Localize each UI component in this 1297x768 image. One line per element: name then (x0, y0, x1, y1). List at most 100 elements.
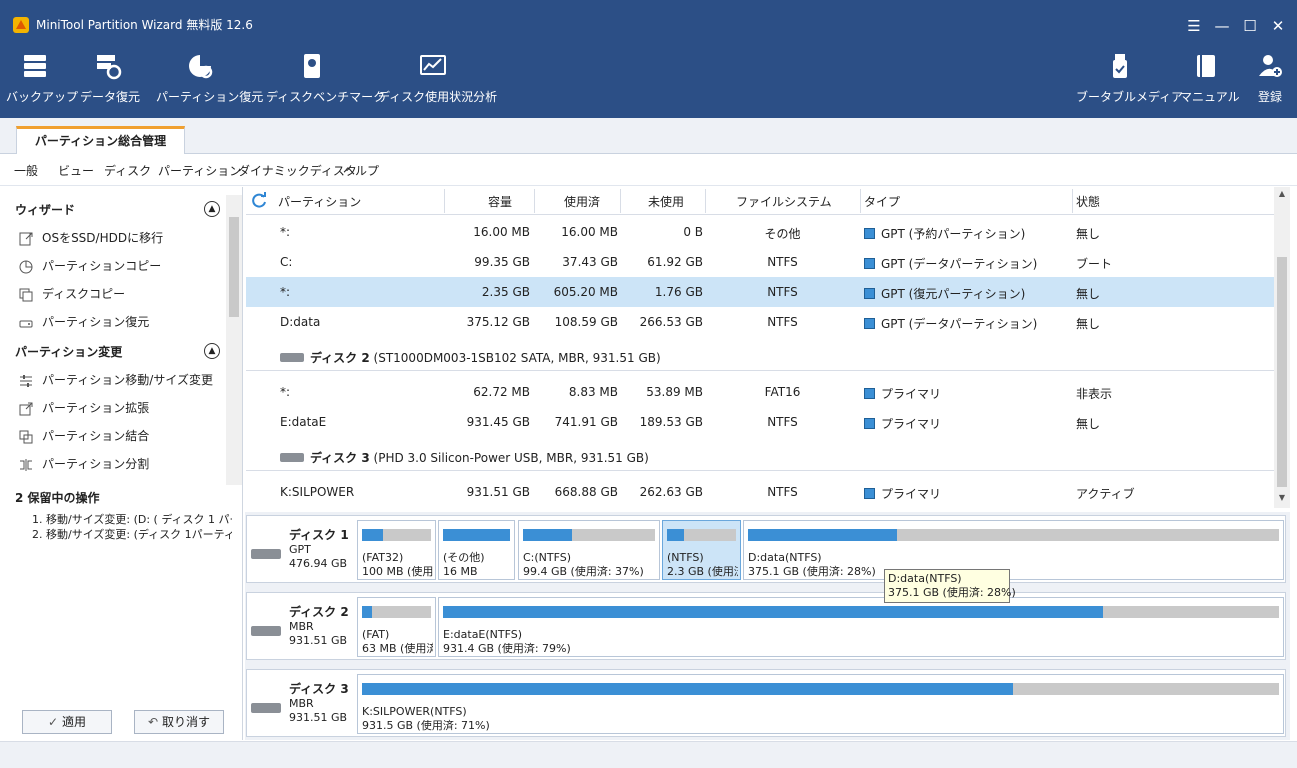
toolbar-manual-button[interactable]: マニュアル (1180, 52, 1240, 114)
menu-dynamic-disk[interactable]: ダイナミックディスク (238, 162, 357, 179)
partition-change-collapse-icon[interactable]: ▲ (204, 343, 220, 359)
table-row[interactable]: E:dataE 931.45 GB 741.91 GB 189.53 GB NT… (246, 407, 1274, 437)
table-row[interactable]: D:data 375.12 GB 108.59 GB 266.53 GB NTF… (246, 307, 1274, 337)
usage-bar (748, 529, 1279, 541)
undo-button[interactable]: ↶ 取り消す (134, 710, 224, 734)
col-unused[interactable]: 未使用 (648, 193, 684, 210)
action-merge-partition[interactable]: パーティション結合 (18, 427, 149, 447)
action-migrate-os[interactable]: OSをSSD/HDDに移行 (18, 229, 163, 249)
partition-label: K:SILPOWER(NTFS) 931.5 GB (使用済: 71%) (362, 705, 1281, 733)
usage-fill (748, 529, 897, 541)
cell-type: GPT (データパーティション) (864, 255, 1037, 272)
col-used[interactable]: 使用済 (564, 193, 600, 210)
disk-2-header-row[interactable]: ディスク 2 (ST1000DM003-1SB102 SATA, MBR, 93… (246, 341, 1274, 371)
cell-filesystem: NTFS (767, 255, 798, 269)
manual-icon (1197, 55, 1215, 77)
table-row[interactable]: *: 16.00 MB 16.00 MB 0 B その他 GPT (予約パーティ… (246, 217, 1274, 247)
partition-label: C:(NTFS) 99.4 GB (使用済: 37%) (523, 551, 657, 579)
usage-bar (362, 683, 1279, 695)
col-separator (860, 189, 861, 213)
toolbar-register-button[interactable]: 登録 (1250, 52, 1290, 114)
col-partition[interactable]: パーティション (278, 193, 361, 210)
menu-general[interactable]: 一般 (14, 162, 38, 179)
partition-label: (FAT) 63 MB (使用済 (362, 628, 433, 656)
partition-block[interactable]: K:SILPOWER(NTFS) 931.5 GB (使用済: 71%) (357, 674, 1284, 734)
partition-size: 931.5 GB (使用済: 71%) (362, 719, 490, 732)
hamburger-menu-icon[interactable]: ☰ (1180, 14, 1208, 38)
register-icon (1259, 55, 1282, 77)
disk-size: 931.51 GB (289, 634, 348, 647)
disk-2-info: ディスク 2 MBR 931.51 GB (289, 605, 349, 648)
menu-help[interactable]: ヘルプ (343, 162, 379, 179)
partition-fs: K:SILPOWER(NTFS) (362, 705, 467, 718)
toolbar-partition-recovery-button[interactable]: パーティション復元 (156, 52, 263, 114)
partition-block[interactable]: (FAT) 63 MB (使用済 (357, 597, 436, 657)
partition-block[interactable]: E:dataE(NTFS) 931.4 GB (使用済: 79%) (438, 597, 1284, 657)
action-panel-scroll-thumb[interactable] (229, 217, 239, 317)
close-button[interactable]: ✕ (1264, 14, 1292, 38)
col-status[interactable]: 状態 (1076, 193, 1100, 210)
usage-fill (443, 606, 1104, 618)
cell-capacity: 99.35 GB (474, 255, 530, 269)
disk-name: ディスク 3 (289, 682, 349, 696)
toolbar-data-recovery-button[interactable]: データ復元 (80, 52, 140, 114)
toolbar-backup-button[interactable]: バックアップ (6, 52, 78, 114)
menu-view[interactable]: ビュー (58, 162, 94, 179)
table-row[interactable]: *: 62.72 MB 8.83 MB 53.89 MB FAT16 プライマリ… (246, 377, 1274, 407)
partition-block-selected[interactable]: (NTFS) 2.3 GB (使用済 (662, 520, 741, 580)
partition-block[interactable]: D:data(NTFS) 375.1 GB (使用済: 28%) (743, 520, 1284, 580)
col-filesystem[interactable]: ファイルシステム (736, 193, 832, 210)
partition-fs: C:(NTFS) (523, 551, 572, 564)
scroll-up-arrow-icon[interactable]: ▲ (1274, 189, 1290, 203)
refresh-icon[interactable] (250, 192, 268, 210)
partition-size: 16 MB (443, 565, 478, 578)
disk-3-header-row[interactable]: ディスク 3 (PHD 3.0 Silicon-Power USB, MBR, … (246, 441, 1274, 471)
col-separator (620, 189, 621, 213)
col-type[interactable]: タイプ (864, 193, 900, 210)
partition-block[interactable]: C:(NTFS) 99.4 GB (使用済: 37%) (518, 520, 660, 580)
action-move-resize[interactable]: パーティション移動/サイズ変更 (18, 371, 213, 391)
cell-filesystem: NTFS (767, 285, 798, 299)
hard-disk-icon (251, 703, 281, 713)
cell-filesystem: その他 (764, 227, 801, 241)
wizard-collapse-icon[interactable]: ▲ (204, 201, 220, 217)
usage-bar (443, 606, 1279, 618)
scroll-down-arrow-icon[interactable]: ▼ (1274, 493, 1290, 507)
usage-fill (362, 606, 372, 618)
table-scroll-thumb[interactable] (1277, 257, 1287, 487)
disk-2-card[interactable]: ディスク 2 MBR 931.51 GB (FAT) 63 MB (使用済 E:d… (246, 592, 1286, 660)
action-extend-partition[interactable]: パーティション拡張 (18, 399, 149, 419)
cell-capacity: 62.72 MB (473, 385, 530, 399)
cell-capacity: 375.12 GB (466, 315, 530, 329)
apply-button[interactable]: ✓ 適用 (22, 710, 112, 734)
tab-partition-management[interactable]: パーティション総合管理 (16, 126, 185, 155)
minimize-button[interactable]: — (1208, 14, 1236, 38)
pending-operation-item[interactable]: 1. 移動/サイズ変更: (D: ( ディスク 1 パーティ (32, 511, 232, 527)
table-row-selected[interactable]: *: 2.35 GB 605.20 MB 1.76 GB NTFS GPT (復… (246, 277, 1274, 307)
action-partition-recovery[interactable]: パーティション復元 (18, 313, 149, 333)
disk-3-card[interactable]: ディスク 3 MBR 931.51 GB K:SILPOWER(NTFS) 931… (246, 669, 1286, 737)
toolbar-disk-benchmark-button[interactable]: ディスクベンチマーク (266, 52, 385, 114)
action-copy-partition[interactable]: パーティションコピー (18, 257, 161, 277)
pending-operation-item[interactable]: 2. 移動/サイズ変更: (ディスク 1パーティション (32, 526, 232, 542)
table-scrollbar[interactable]: ▲ ▼ (1274, 187, 1290, 508)
menu-partition[interactable]: パーティション (158, 162, 241, 179)
col-capacity[interactable]: 容量 (488, 193, 512, 210)
menu-disk[interactable]: ディスク (104, 162, 151, 179)
cell-filesystem: NTFS (767, 485, 798, 499)
disk-type: MBR (289, 620, 314, 633)
table-row[interactable]: C: 99.35 GB 37.43 GB 61.92 GB NTFS GPT (… (246, 247, 1274, 277)
maximize-button[interactable]: ☐ (1236, 14, 1264, 38)
table-row[interactable]: K:SILPOWER 931.51 GB 668.88 GB 262.63 GB… (246, 477, 1274, 507)
partition-type-icon (864, 388, 875, 399)
toolbar-bootable-media-button[interactable]: ブータブルメディア (1076, 52, 1183, 114)
partition-block[interactable]: (FAT32)100 MB (使用済 (357, 520, 436, 580)
action-copy-disk[interactable]: ディスクコピー (18, 285, 125, 305)
action-panel-scrollbar[interactable] (226, 195, 242, 485)
toolbar-space-analyzer-button[interactable]: ディスク使用状況分析 (378, 52, 497, 114)
cell-status: 非表示 (1076, 387, 1113, 401)
cell-unused: 266.53 GB (639, 315, 703, 329)
partition-block[interactable]: (その他) 16 MB (438, 520, 515, 580)
disk-1-card[interactable]: ディスク 1 GPT 476.94 GB (FAT32)100 MB (使用済 … (246, 515, 1286, 583)
action-split-partition[interactable]: パーティション分割 (18, 455, 149, 475)
